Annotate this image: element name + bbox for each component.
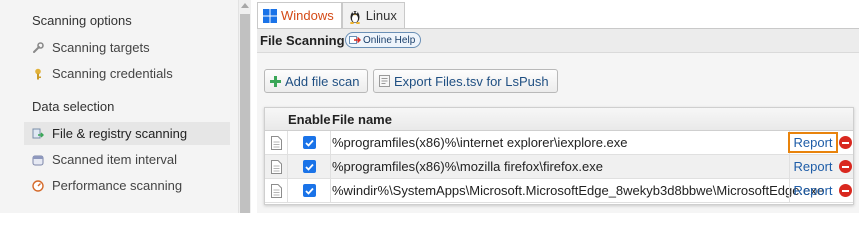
file-name-cell: %windir%\SystemApps\Microsoft.MicrosoftE… (332, 183, 825, 198)
export-files-tsv-button[interactable]: Export Files.tsv for LsPush (373, 69, 558, 93)
file-scan-icon (32, 128, 44, 140)
add-file-scan-button[interactable]: Add file scan (264, 69, 369, 93)
sidebar-item-label: Performance scanning (52, 178, 183, 193)
document-icon (265, 131, 288, 154)
windows-icon (263, 8, 277, 23)
online-help-label: Online Help (363, 34, 416, 46)
enable-checkbox[interactable] (288, 179, 331, 202)
delete-row-button[interactable] (837, 179, 853, 202)
report-link[interactable]: Report (793, 159, 832, 174)
table-header: Enable File name (265, 108, 853, 131)
file-scanning-panel: File Scanning Online Help Add file scan … (257, 28, 859, 213)
remove-icon (838, 184, 852, 197)
column-header-enable: Enable (288, 112, 331, 127)
report-cell: Report (788, 131, 838, 154)
key-icon (32, 68, 44, 80)
export-files-label: Export Files.tsv for LsPush (394, 73, 549, 89)
sidebar-item-scanned-item-interval[interactable]: Scanned item interval (24, 148, 230, 171)
table-row: %programfiles(x86)%\internet explorer\ie… (265, 131, 853, 155)
linux-icon (348, 8, 362, 24)
add-file-scan-label: Add file scan (285, 73, 360, 89)
remove-icon (838, 136, 852, 149)
document-icon (265, 155, 288, 178)
scroll-up-arrow-icon[interactable] (241, 3, 249, 8)
table-row: %programfiles(x86)%\mozilla firefox\fire… (265, 155, 853, 179)
checkmark-icon (302, 184, 316, 197)
column-header-file-name: File name (332, 112, 392, 127)
report-cell: Report (789, 155, 836, 178)
sidebar-item-scanning-credentials[interactable]: Scanning credentials (24, 62, 230, 85)
sidebar-item-label: Scanning targets (52, 40, 150, 55)
section-title-scanning-options: Scanning options (32, 13, 132, 28)
sidebar-item-performance-scanning[interactable]: Performance scanning (24, 174, 230, 197)
calendar-icon (32, 154, 44, 166)
file-scan-table: Enable File name %programfiles(x86)%\int… (264, 107, 854, 205)
tab-linux[interactable]: Linux (341, 2, 405, 28)
help-link-icon (349, 35, 361, 45)
tab-label: Windows (281, 8, 334, 23)
sidebar-item-label: File & registry scanning (52, 126, 188, 141)
section-title-data-selection: Data selection (32, 99, 115, 114)
sidebar-item-label: Scanning credentials (52, 66, 173, 81)
file-name-cell: %programfiles(x86)%\mozilla firefox\fire… (332, 159, 603, 174)
panel-header: File Scanning Online Help (257, 29, 859, 53)
scrollbar-thumb[interactable] (240, 14, 250, 213)
delete-row-button[interactable] (837, 155, 853, 178)
export-document-icon (379, 75, 390, 87)
panel-title: File Scanning (260, 33, 345, 48)
remove-icon (838, 160, 852, 173)
online-help-button[interactable]: Online Help (345, 32, 422, 48)
tab-windows[interactable]: Windows (257, 2, 342, 28)
sidebar-item-label: Scanned item interval (52, 152, 178, 167)
sidebar: Scanning options Scanning targets Scanni… (0, 0, 238, 213)
checkmark-icon (302, 160, 316, 173)
file-name-cell: %programfiles(x86)%\internet explorer\ie… (332, 135, 628, 150)
report-link[interactable]: Report (788, 132, 838, 153)
delete-row-button[interactable] (837, 131, 853, 154)
wrench-icon (32, 41, 44, 54)
checkmark-icon (302, 136, 316, 149)
table-row: %windir%\SystemApps\Microsoft.MicrosoftE… (265, 179, 853, 203)
main-content: Windows Linux File Scanning Online Help … (252, 0, 859, 213)
report-cell: Report (789, 179, 836, 202)
gauge-icon (32, 179, 44, 192)
sidebar-item-file-registry-scanning[interactable]: File & registry scanning (24, 122, 230, 145)
plus-icon (270, 75, 281, 87)
os-tabs: Windows Linux (257, 2, 405, 28)
sidebar-scrollbar[interactable] (238, 0, 251, 213)
enable-checkbox[interactable] (288, 155, 331, 178)
sidebar-item-scanning-targets[interactable]: Scanning targets (24, 36, 230, 59)
document-icon (265, 179, 288, 202)
enable-checkbox[interactable] (288, 131, 331, 154)
tab-label: Linux (365, 8, 397, 23)
report-link[interactable]: Report (793, 183, 832, 198)
